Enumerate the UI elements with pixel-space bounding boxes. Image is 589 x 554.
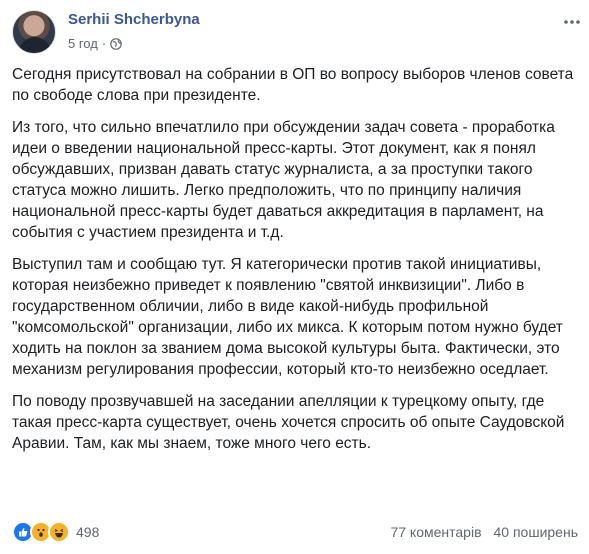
reaction-count[interactable]: 498	[76, 524, 99, 540]
globe-icon[interactable]	[110, 37, 122, 50]
post-stats: 77 коментарів 40 поширень	[390, 524, 578, 540]
author-name[interactable]: Serhii Shcherbyna	[68, 11, 200, 28]
reactions-summary[interactable]: 498	[12, 521, 99, 543]
meta-separator: ·	[101, 36, 107, 51]
post-header: Serhii Shcherbyna 5 год ·	[12, 10, 582, 56]
haha-icon	[48, 521, 70, 543]
shares-count[interactable]: 40 поширень	[494, 524, 578, 540]
post-body: Сегодня присутствовал на собрании в ОП в…	[12, 64, 578, 465]
post-paragraph: По поводу прозвучавшей на заседании апел…	[12, 393, 565, 452]
facebook-post: Serhii Shcherbyna 5 год · Сегодня присут…	[0, 0, 589, 554]
avatar-figure	[19, 37, 51, 53]
author-avatar[interactable]	[12, 10, 56, 54]
post-paragraph: Из того, что сильно впечатлило при обсуж…	[12, 119, 555, 241]
post-paragraph: Выступил там и сообщаю тут. Я категориче…	[12, 256, 563, 378]
post-time[interactable]: 5 год	[68, 36, 98, 51]
comments-count[interactable]: 77 коментарів	[390, 524, 481, 540]
post-meta: 5 год ·	[68, 36, 122, 51]
post-paragraph: Сегодня присутствовал на собрании в ОП в…	[12, 66, 574, 104]
post-footer: 498 77 коментарів 40 поширень	[12, 518, 578, 546]
more-options-icon[interactable]	[562, 12, 582, 32]
